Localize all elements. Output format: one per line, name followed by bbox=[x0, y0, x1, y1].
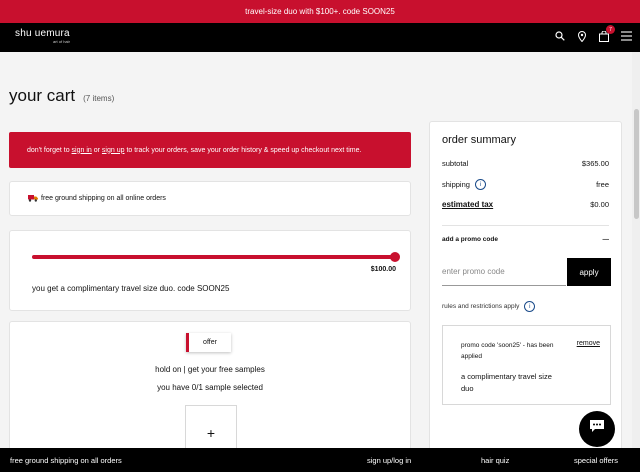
subtotal-value: $365.00 bbox=[581, 159, 609, 168]
cart-icon[interactable]: 7 bbox=[598, 25, 615, 43]
offer-title: hold on | get your free samples bbox=[155, 365, 265, 374]
rules-text: rules and restrictions apply bbox=[442, 303, 520, 310]
progress-message: you get a complimentary travel size duo.… bbox=[32, 284, 230, 293]
chat-icon bbox=[589, 419, 605, 439]
summary-divider bbox=[442, 225, 609, 226]
header-icons: 7 bbox=[554, 25, 632, 43]
scrollbar[interactable] bbox=[632, 52, 640, 448]
order-summary: order summary subtotal $365.00 shipping … bbox=[429, 121, 622, 461]
chat-button[interactable] bbox=[579, 411, 615, 447]
subtotal-row: subtotal $365.00 bbox=[442, 159, 609, 168]
sign-in-link[interactable]: sign in bbox=[72, 147, 92, 154]
applied-gift-text: a complimentary travel size duo bbox=[461, 372, 552, 393]
menu-icon[interactable] bbox=[620, 29, 632, 43]
logo-tagline: art of hair bbox=[53, 39, 70, 44]
cart-count-badge: 7 bbox=[606, 25, 615, 34]
sign-up-link[interactable]: sign up bbox=[102, 147, 125, 154]
footer-signin-link[interactable]: sign up/log in bbox=[367, 456, 411, 465]
info-icon[interactable]: i bbox=[474, 179, 486, 190]
shipping-notice: free ground shipping on all online order… bbox=[9, 181, 411, 216]
gift-progress-card: $100.00 you get a complimentary travel s… bbox=[9, 230, 411, 311]
footer-shipping-text: free ground shipping on all orders bbox=[10, 456, 122, 465]
promo-code-toggle[interactable]: add a promo code — bbox=[442, 236, 609, 243]
promo-code-heading: add a promo code bbox=[442, 236, 498, 243]
cart-item-count: (7 items) bbox=[83, 94, 115, 103]
signin-suffix: to track your orders, save your order hi… bbox=[126, 146, 362, 154]
footer-quiz-link[interactable]: hair quiz bbox=[481, 456, 509, 465]
estimated-tax-link[interactable]: estimated tax bbox=[442, 200, 493, 209]
promo-banner[interactable]: travel-size duo with $100+. code SOON25 bbox=[0, 0, 640, 23]
signin-or: or bbox=[93, 146, 100, 154]
progress-threshold: $100.00 bbox=[370, 266, 396, 273]
applied-promo-box: promo code 'soon25' - has been applied r… bbox=[442, 325, 611, 405]
scrollbar-thumb[interactable] bbox=[634, 109, 639, 219]
remove-promo-link[interactable]: remove bbox=[577, 340, 600, 347]
truck-icon bbox=[28, 194, 38, 204]
rules-notice: rules and restrictions apply i bbox=[442, 301, 536, 312]
promo-code-input[interactable] bbox=[442, 258, 566, 286]
summary-title: order summary bbox=[442, 134, 516, 146]
location-icon[interactable] bbox=[576, 29, 588, 43]
search-icon[interactable] bbox=[554, 29, 566, 43]
progress-knob bbox=[390, 252, 400, 262]
plus-icon: + bbox=[206, 424, 216, 441]
shipping-notice-text: free ground shipping on all online order… bbox=[41, 195, 166, 202]
footer-offers-link[interactable]: special offers bbox=[574, 456, 618, 465]
site-header: shu uemura art of hair 7 bbox=[0, 23, 640, 52]
shipping-row: shipping i free bbox=[442, 179, 609, 190]
sample-offer-card: offer hold on | get your free samples yo… bbox=[9, 321, 411, 461]
tab-offer[interactable]: offer bbox=[186, 333, 231, 352]
brand-logo[interactable]: shu uemura art of hair bbox=[15, 28, 70, 45]
shipping-label: shipping bbox=[442, 180, 470, 189]
cart-heading: your cart (7 items) bbox=[9, 86, 114, 106]
progress-bar bbox=[32, 255, 396, 259]
apply-promo-button[interactable]: apply bbox=[567, 258, 611, 286]
promo-banner-text[interactable]: travel-size duo with $100+. code SOON25 bbox=[245, 7, 395, 16]
collapse-icon: — bbox=[602, 236, 610, 243]
applied-promo-text: promo code 'soon25' - has been applied bbox=[461, 342, 554, 360]
logo-wordmark: shu uemura bbox=[15, 28, 70, 39]
sample-count-text: you have 0/1 sample selected bbox=[157, 383, 263, 392]
tax-row: estimated tax $0.00 bbox=[442, 200, 609, 209]
page-title: your cart bbox=[9, 86, 76, 105]
rules-info-icon[interactable]: i bbox=[524, 301, 536, 312]
signin-reminder-banner: don't forget to sign in or sign up to tr… bbox=[9, 132, 411, 168]
subtotal-label: subtotal bbox=[442, 159, 469, 168]
shipping-value: free bbox=[596, 180, 609, 189]
footer-bar: free ground shipping on all orders sign … bbox=[0, 448, 640, 472]
signin-prefix: don't forget to bbox=[27, 146, 70, 154]
tax-value: $0.00 bbox=[590, 200, 609, 209]
shipping-label-group: shipping i bbox=[442, 179, 486, 190]
